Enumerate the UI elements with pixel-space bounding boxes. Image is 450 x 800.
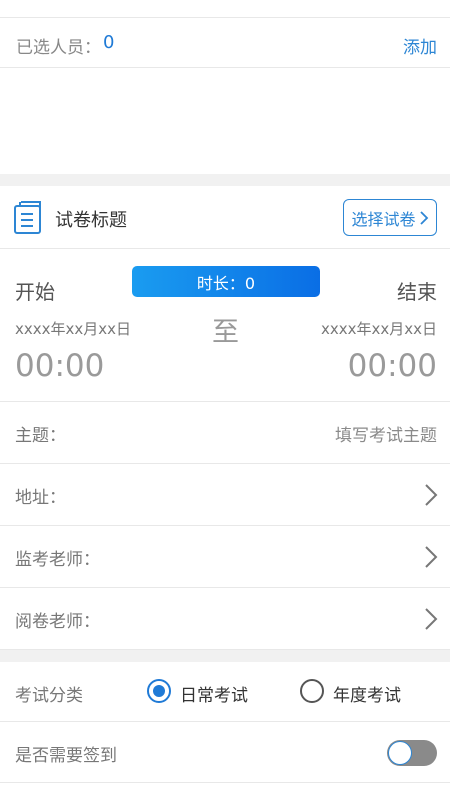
marker-label: 阅卷老师： <box>15 612 100 632</box>
exam-time-section: 开始 时长：0 结束 xxxx年xx月xx日 至 xxxx年xx月xx日 00:… <box>0 250 450 402</box>
chevron-right-icon <box>425 608 438 630</box>
selected-people-count: 0 <box>103 32 115 53</box>
subject-input[interactable]: 填写考试主题 <box>335 421 437 446</box>
radio-annual-exam[interactable] <box>300 679 324 703</box>
add-people-button[interactable]: 添加 <box>403 33 437 58</box>
to-separator: 至 <box>212 317 239 348</box>
invigilator-row[interactable]: 监考老师： <box>0 526 450 588</box>
toggle-knob <box>388 741 412 765</box>
start-time-picker[interactable]: 00:00 <box>15 348 104 384</box>
signin-label: 是否需要签到 <box>15 746 117 766</box>
top-divider <box>0 0 450 18</box>
radio-daily-exam[interactable] <box>147 679 171 703</box>
end-label: 结束 <box>397 280 437 304</box>
radio-daily-exam-label[interactable]: 日常考试 <box>180 681 248 706</box>
choose-paper-button[interactable]: 选择试卷 <box>343 199 437 236</box>
exam-category-row: 考试分类 日常考试 年度考试 <box>0 662 450 722</box>
selected-people-row: 已选人员： 0 添加 <box>0 19 450 68</box>
selected-people-label: 已选人员： <box>16 38 101 58</box>
subject-row[interactable]: 主题： 填写考试主题 <box>0 402 450 464</box>
document-icon <box>14 201 41 234</box>
start-label: 开始 <box>15 280 55 304</box>
chevron-right-icon <box>425 484 438 506</box>
end-time-picker[interactable]: 00:00 <box>348 348 437 384</box>
chevron-right-icon <box>419 210 428 225</box>
exam-category-label: 考试分类 <box>15 686 83 706</box>
section-divider <box>0 650 450 662</box>
start-date-picker[interactable]: xxxx年xx月xx日 <box>15 318 131 339</box>
invigilator-label: 监考老师： <box>15 550 100 570</box>
choose-paper-label: 选择试卷 <box>351 209 416 229</box>
exam-paper-row: 试卷标题 选择试卷 <box>0 186 450 249</box>
duration-badge: 时长：0 <box>132 266 320 297</box>
address-label: 地址： <box>15 488 66 508</box>
exam-paper-title: 试卷标题 <box>55 210 127 231</box>
subject-label: 主题： <box>15 426 66 446</box>
signin-toggle[interactable] <box>387 740 437 766</box>
section-divider <box>0 174 450 186</box>
selected-people-list <box>0 69 450 174</box>
marker-row[interactable]: 阅卷老师： <box>0 588 450 650</box>
exam-form-page: 已选人员： 0 添加 试卷标题 选择试卷 开始 时长：0 结束 xxxx年xx月… <box>0 0 450 800</box>
chevron-right-icon <box>425 546 438 568</box>
signin-row: 是否需要签到 <box>0 722 450 783</box>
bottom-area <box>0 784 450 800</box>
address-row[interactable]: 地址： <box>0 464 450 526</box>
radio-annual-exam-label[interactable]: 年度考试 <box>333 681 401 706</box>
end-date-picker[interactable]: xxxx年xx月xx日 <box>321 318 437 339</box>
